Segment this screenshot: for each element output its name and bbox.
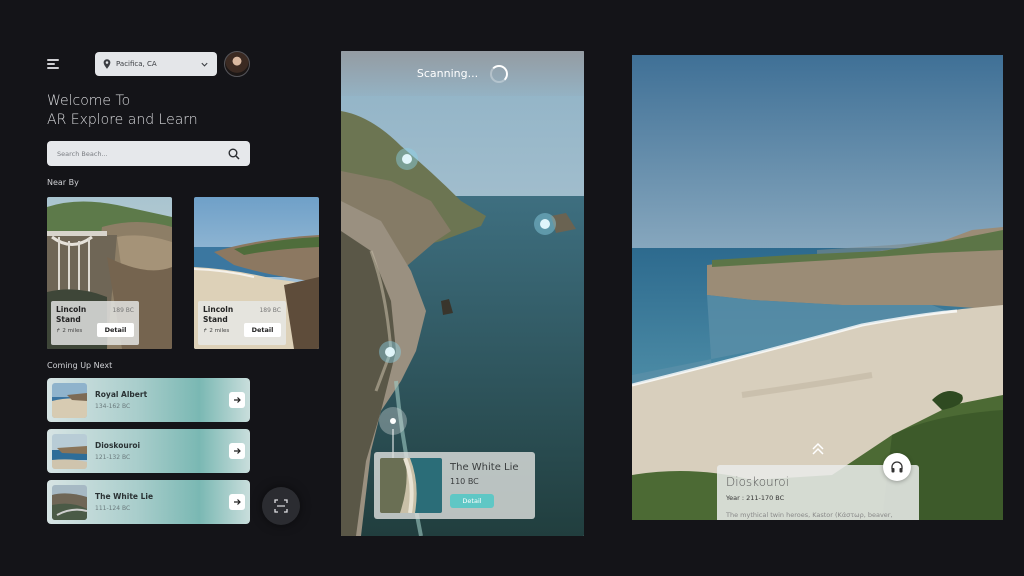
headphones-icon[interactable] <box>883 453 911 481</box>
spinner-icon <box>490 64 509 83</box>
near-by-distance-value: 2 miles <box>62 328 83 334</box>
detail-button[interactable]: Detail <box>450 494 494 508</box>
near-by-info: Lincoln Stand 189 BC ↱ 2 miles Detail <box>198 301 286 345</box>
list-item-title: Royal Albert <box>95 390 148 399</box>
arrow-right-icon[interactable] <box>229 494 245 510</box>
ar-camera-view[interactable]: Scanning... The White Lie 110 BC Detail <box>341 51 584 536</box>
double-chevron-up-icon[interactable] <box>810 441 826 457</box>
list-item[interactable]: Dioskouroi 121-132 BC <box>47 429 250 473</box>
location-label: Pacifica, CA <box>116 60 157 68</box>
detail-button[interactable]: Detail <box>244 323 281 337</box>
ar-card-thumbnail <box>380 458 442 513</box>
location-dropdown[interactable]: Pacifica, CA <box>95 52 217 76</box>
welcome-line-1: Welcome To <box>47 93 131 109</box>
poi-marker[interactable] <box>379 341 401 363</box>
list-item[interactable]: Royal Albert 134-162 BC <box>47 378 250 422</box>
list-item-thumbnail <box>52 433 87 469</box>
scanning-status-bar: Scanning... <box>341 51 584 96</box>
coming-up-label: Coming Up Next <box>47 361 113 370</box>
list-item-title: The White Lie <box>95 492 154 501</box>
detail-description: The mythical twin heroes, Kastor (Κάστωρ… <box>726 511 893 519</box>
list-item[interactable]: The White Lie 111-124 BC <box>47 480 250 524</box>
poi-marker[interactable] <box>396 148 418 170</box>
pin-icon <box>103 59 111 69</box>
arrow-right-icon[interactable] <box>229 392 245 408</box>
near-by-card[interactable]: Lincoln Stand 189 BC ↱ 2 miles Detail <box>47 197 172 349</box>
detail-button[interactable]: Detail <box>97 323 134 337</box>
near-by-card[interactable]: Lincoln Stand 189 BC ↱ 2 miles Detail <box>194 197 319 349</box>
arrow-right-icon[interactable] <box>229 443 245 459</box>
scan-button[interactable] <box>262 487 300 525</box>
ar-info-card[interactable]: The White Lie 110 BC Detail <box>374 452 535 519</box>
poi-marker[interactable] <box>534 213 556 235</box>
near-by-year: 189 BC <box>259 307 281 314</box>
ar-card-title: The White Lie <box>450 462 519 473</box>
list-item-years: 111-124 BC <box>95 505 131 512</box>
list-item-thumbnail <box>52 382 87 418</box>
ar-card-year: 110 BC <box>450 477 479 486</box>
menu-icon[interactable] <box>47 59 59 69</box>
welcome-heading: Welcome To AR Explore and Learn <box>47 92 198 130</box>
near-by-distance-value: 2 miles <box>209 328 230 334</box>
detail-year: Year : 211-170 BC <box>726 494 785 502</box>
list-item-years: 134-162 BC <box>95 403 131 410</box>
welcome-line-2: AR Explore and Learn <box>47 112 198 128</box>
avatar[interactable] <box>224 51 250 77</box>
near-by-year: 189 BC <box>112 307 134 314</box>
list-item-title: Dioskouroi <box>95 441 141 450</box>
near-by-name: Lincoln Stand <box>56 305 87 324</box>
near-by-info: Lincoln Stand 189 BC ↱ 2 miles Detail <box>51 301 139 345</box>
scanning-text: Scanning... <box>416 67 479 80</box>
search-placeholder: Search Beach... <box>57 149 108 158</box>
chevron-down-icon <box>201 62 208 67</box>
detail-view: Dioskouroi Year : 211-170 BC The mythica… <box>632 55 1003 520</box>
list-item-thumbnail <box>52 484 87 520</box>
search-icon[interactable] <box>228 148 240 160</box>
near-by-label: Near By <box>47 178 79 187</box>
search-input[interactable]: Search Beach... <box>47 141 250 166</box>
scan-icon <box>274 499 288 513</box>
detail-title: Dioskouroi <box>726 475 789 489</box>
near-by-name: Lincoln Stand <box>203 305 234 324</box>
list-item-years: 121-132 BC <box>95 454 131 461</box>
